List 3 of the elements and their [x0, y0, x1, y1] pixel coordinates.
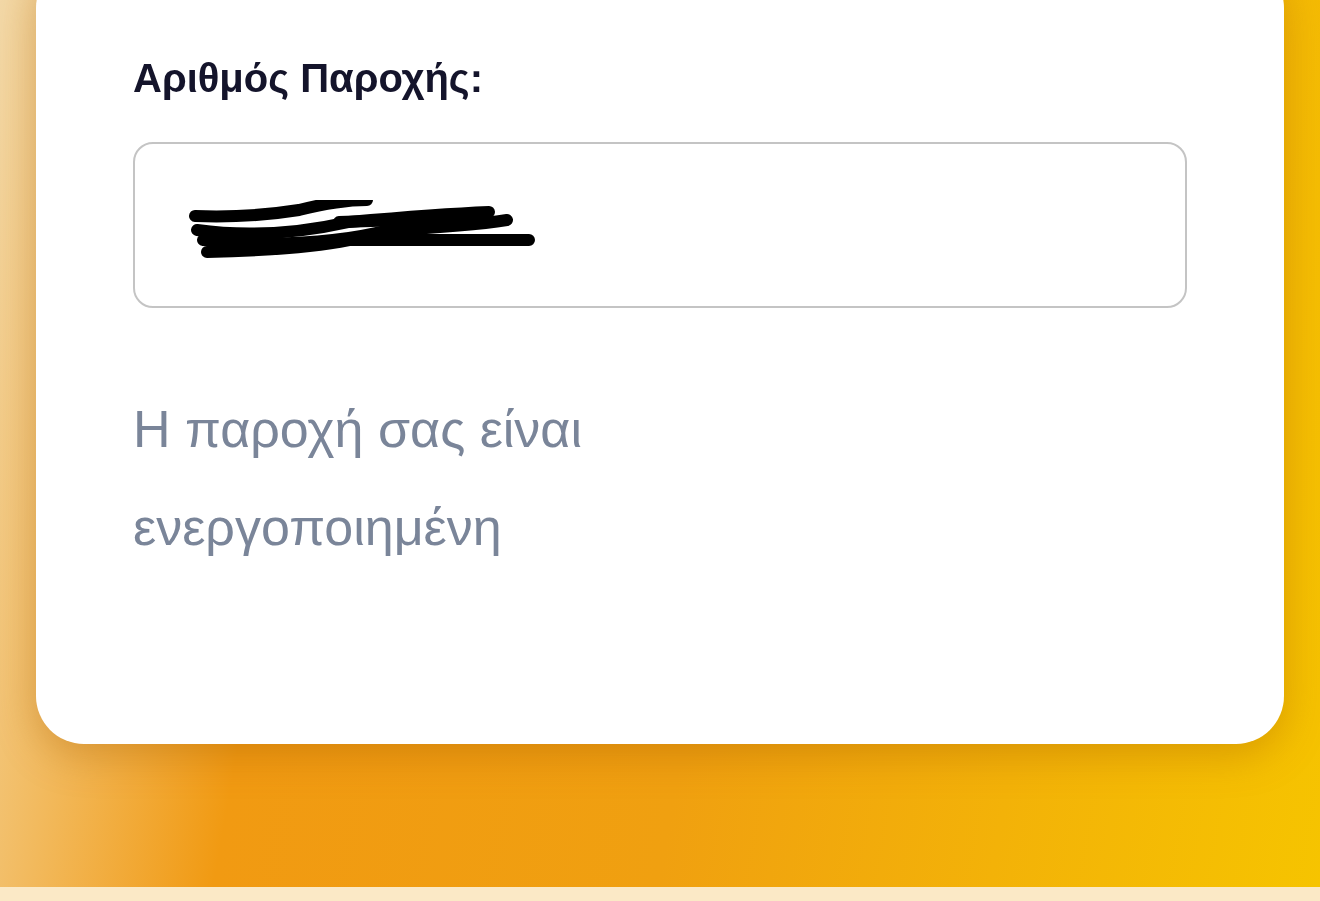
status-message: Η παροχή σας είναι ενεργοποιημένη	[133, 399, 583, 558]
field-label: Αριθμός Παροχής:	[133, 55, 484, 102]
input-field[interactable]	[133, 142, 1187, 308]
